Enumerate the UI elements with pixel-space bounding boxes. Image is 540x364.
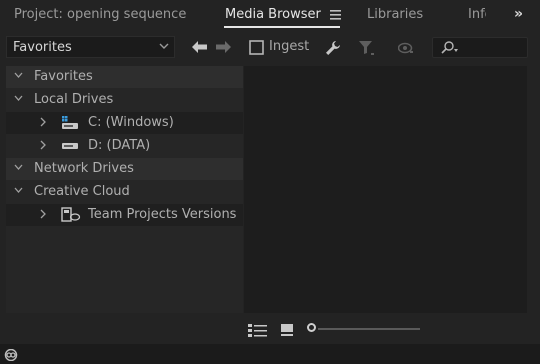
hard-drive-icon — [62, 143, 78, 149]
icon-view-icon[interactable] — [280, 323, 294, 337]
ingest-checkbox[interactable] — [249, 40, 264, 55]
tree-item-label: Team Projects Versions — [88, 207, 237, 222]
team-projects-icon — [61, 207, 81, 222]
chevron-down-icon[interactable] — [14, 187, 23, 194]
location-dropdown[interactable]: Favorites — [6, 36, 175, 58]
creative-cloud-icon[interactable] — [4, 349, 18, 361]
tab-info[interactable]: Info — [468, 7, 486, 22]
chevron-right-icon[interactable] — [40, 117, 47, 127]
tree-item-label: Network Drives — [34, 161, 134, 176]
tab-media-browser[interactable]: Media Browser — [225, 7, 321, 22]
zoom-slider-handle[interactable] — [307, 323, 316, 332]
tree-item-label: Creative Cloud — [34, 184, 130, 199]
tab-project[interactable]: Project: opening sequence — [14, 7, 186, 22]
chevron-down-icon[interactable] — [14, 72, 23, 79]
folder-tree: Favorites Local Drives C: (Windows) D: (… — [6, 66, 243, 313]
tree-item-local-drives[interactable]: Local Drives — [6, 89, 243, 111]
tab-libraries[interactable]: Libraries — [367, 7, 423, 22]
chevron-down-icon[interactable] — [14, 164, 23, 171]
media-content-area[interactable] — [244, 66, 527, 313]
chevron-down-icon[interactable] — [14, 95, 23, 102]
zoom-slider-track[interactable] — [318, 328, 420, 330]
forward-arrow-icon[interactable] — [216, 41, 231, 53]
chevron-down-icon — [159, 43, 169, 49]
tree-item-label: D: (DATA) — [88, 138, 151, 153]
tree-item-creative-cloud[interactable]: Creative Cloud — [6, 181, 243, 203]
panel-menu-icon[interactable] — [330, 10, 341, 20]
ingest-label: Ingest — [269, 39, 310, 54]
location-dropdown-value: Favorites — [13, 40, 72, 55]
tree-item-network-drives[interactable]: Network Drives — [6, 158, 243, 180]
tree-item-team-projects-versions[interactable]: Team Projects Versions — [6, 204, 243, 226]
active-tab-indicator — [224, 26, 340, 28]
wrench-icon[interactable] — [325, 40, 341, 56]
filter-icon[interactable] — [359, 41, 375, 56]
status-bar — [0, 344, 540, 364]
tree-item-label: Favorites — [34, 69, 93, 84]
search-icon — [441, 41, 458, 54]
overflow-tabs-button[interactable]: » — [514, 6, 523, 22]
tree-item-label: Local Drives — [34, 92, 114, 107]
windows-drive-icon — [62, 116, 78, 129]
tree-item-c-drive[interactable]: C: (Windows) — [6, 112, 243, 134]
chevron-right-icon[interactable] — [40, 140, 47, 150]
tree-item-favorites[interactable]: Favorites — [6, 66, 243, 88]
chevron-right-icon[interactable] — [40, 209, 47, 219]
back-arrow-icon[interactable] — [192, 41, 207, 53]
tree-item-d-drive[interactable]: D: (DATA) — [6, 135, 243, 157]
list-view-icon[interactable] — [248, 323, 268, 337]
view-options-icon[interactable] — [398, 42, 414, 54]
search-input[interactable] — [432, 37, 528, 58]
tree-item-label: C: (Windows) — [88, 115, 174, 130]
